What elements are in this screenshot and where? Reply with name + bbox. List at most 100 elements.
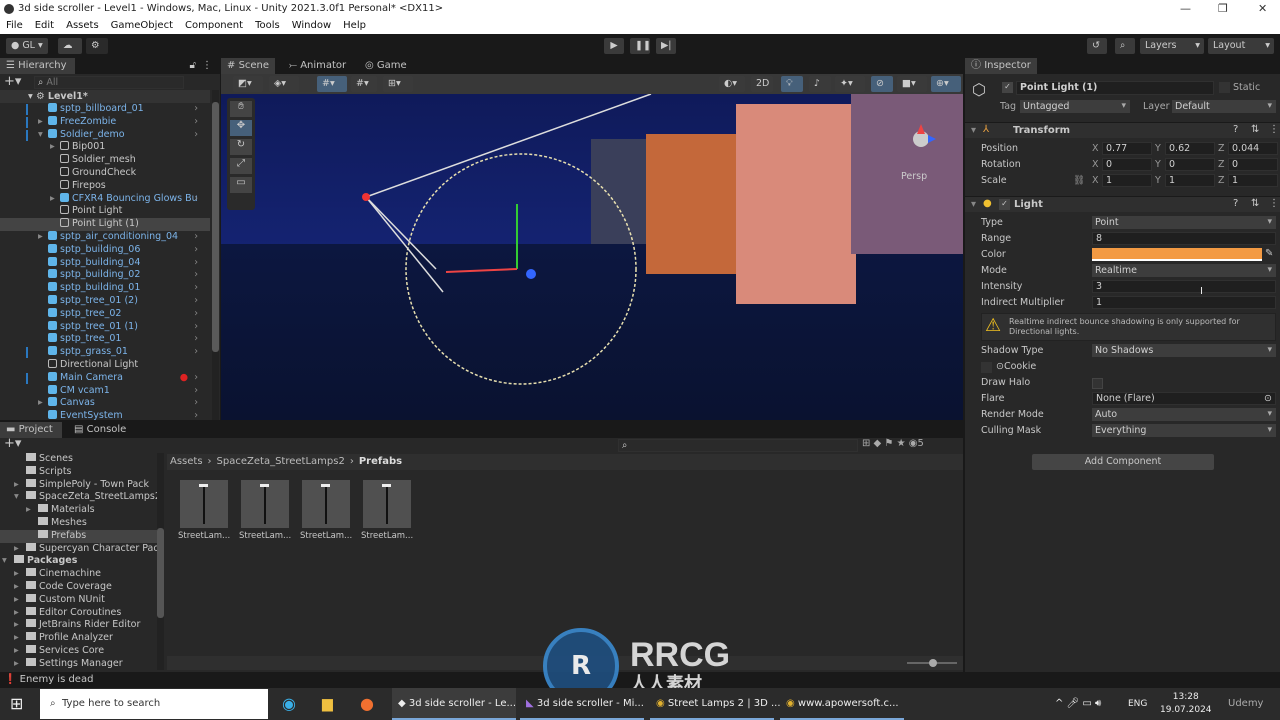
z-axis-label[interactable]: Z	[1218, 174, 1225, 187]
menu-assets[interactable]: Assets	[66, 18, 99, 34]
chevron-right-icon[interactable]: ›	[194, 295, 198, 308]
folder-item[interactable]: Scripts	[0, 465, 157, 479]
language-indicator[interactable]: ENG	[1128, 688, 1147, 720]
search-icon[interactable]: ⌕	[1115, 38, 1135, 54]
hierarchy-item[interactable]: ▸ CFXR4 Bouncing Glows Bu ›	[0, 192, 210, 206]
position-y-input[interactable]: 0.62	[1165, 142, 1215, 155]
active-checkbox[interactable]: ✓	[1002, 82, 1013, 93]
taskbar-search[interactable]: ⌕ Type here to search	[40, 689, 268, 719]
menu-edit[interactable]: Edit	[35, 18, 54, 34]
x-axis-label[interactable]: X	[1092, 174, 1099, 187]
hierarchy-scrollbar[interactable]	[212, 90, 219, 420]
rotation-z-input[interactable]: 0	[1228, 158, 1278, 171]
hierarchy-item[interactable]: Directional Light	[0, 359, 210, 372]
light-header[interactable]: ▾ ● ✓ Light ? ⇅ ⋮	[965, 196, 1280, 212]
lock-icon[interactable]: 🔓︎	[190, 60, 196, 71]
hierarchy-item[interactable]: sptp_billboard_01 ›	[0, 103, 210, 116]
collapsed-arrow-icon[interactable]: ▸	[14, 632, 19, 645]
render-mode-dropdown[interactable]: ◈▾	[269, 76, 299, 92]
indirect-multiplier-input[interactable]: 1	[1092, 296, 1276, 309]
tab-hierarchy[interactable]: ☰ Hierarchy	[0, 58, 75, 74]
chevron-right-icon[interactable]: ›	[194, 346, 198, 359]
collapsed-arrow-icon[interactable]: ▸	[14, 645, 19, 658]
type-dropdown[interactable]: Point	[1092, 216, 1276, 229]
collapsed-arrow-icon[interactable]: ▸	[38, 231, 43, 244]
hierarchy-item[interactable]: sptp_building_02 ›	[0, 269, 210, 282]
hierarchy-item[interactable]: ▸ sptp_air_conditioning_04 ›	[0, 231, 210, 244]
scale-x-input[interactable]: 1	[1102, 174, 1152, 187]
minimize-button[interactable]: —	[1180, 0, 1191, 18]
history-icon[interactable]: ↺	[1087, 38, 1107, 54]
hierarchy-item[interactable]: sptp_tree_01 ›	[0, 333, 210, 346]
chevron-right-icon[interactable]: ›	[194, 244, 198, 257]
collapsed-arrow-icon[interactable]: ▸	[14, 658, 19, 670]
close-button[interactable]: ✕	[1258, 0, 1267, 18]
hierarchy-item[interactable]: sptp_tree_01 (2) ›	[0, 295, 210, 308]
hierarchy-item[interactable]: sptp_building_04 ›	[0, 256, 210, 270]
z-axis-label[interactable]: Z	[1218, 158, 1225, 171]
folder-item[interactable]: ▸ Supercyan Character Pac	[0, 542, 157, 556]
menu-file[interactable]: File	[6, 18, 23, 34]
asset-thumbnail[interactable]	[180, 480, 228, 528]
hierarchy-item[interactable]: Soldier_mesh	[0, 154, 210, 167]
scene-viewport[interactable]: Persp	[221, 94, 963, 420]
folder-item[interactable]: ▸ Services Core	[0, 645, 157, 658]
render-mode-dropdown[interactable]: Auto	[1092, 408, 1276, 421]
lighting-toggle-icon[interactable]: 💡︎	[781, 76, 803, 92]
collapsed-arrow-icon[interactable]: ▸	[14, 543, 19, 556]
mode-dropdown[interactable]: Realtime	[1092, 264, 1276, 277]
project-search-input[interactable]: ⌕	[618, 439, 858, 452]
hierarchy-item[interactable]: CM vcam1 ›	[0, 384, 210, 398]
intensity-input[interactable]: 3	[1092, 280, 1276, 293]
windows-start-icon[interactable]: ⊞	[10, 688, 23, 720]
hierarchy-item[interactable]: sptp_grass_01 ›	[0, 346, 210, 359]
maximize-button[interactable]: ❐	[1218, 0, 1228, 18]
breadcrumb-item[interactable]: Assets	[170, 456, 203, 467]
taskbar-app-chrome-1[interactable]: ◉ Street Lamps 2 | 3D ...	[650, 688, 781, 720]
chevron-right-icon[interactable]: ›	[194, 231, 198, 244]
folder-item[interactable]: Prefabs	[0, 529, 157, 543]
folder-item[interactable]: ▸ SimplePoly - Town Pack	[0, 478, 157, 492]
z-axis-handle[interactable]	[526, 269, 536, 279]
hierarchy-item[interactable]: Main Camera › ●	[0, 371, 210, 385]
chevron-right-icon[interactable]: ›	[194, 282, 198, 295]
rotation-y-input[interactable]: 0	[1165, 158, 1215, 171]
shading-dropdown[interactable]: ◐▾	[719, 76, 745, 92]
folder-item[interactable]: ▸ Custom NUnit	[0, 593, 157, 607]
tab-scene[interactable]: # Scene	[221, 58, 276, 74]
flare-field[interactable]: None (Flare) ⊙	[1092, 392, 1276, 405]
hierarchy-item[interactable]: Point Light (1)	[0, 218, 210, 231]
hierarchy-item[interactable]: sptp_tree_01 (1) ›	[0, 320, 210, 334]
menu-component[interactable]: Component	[185, 18, 243, 34]
tree-scrollbar[interactable]	[157, 453, 164, 670]
menu-tools[interactable]: Tools	[255, 18, 280, 34]
grid-snap-dropdown[interactable]: #▾	[317, 76, 347, 92]
pause-button[interactable]: ❚❚	[630, 38, 651, 54]
y-axis-label[interactable]: Y	[1155, 158, 1161, 171]
taskbar-app-chrome-2[interactable]: ◉ www.apowersoft.c...	[780, 688, 904, 720]
help-icon[interactable]: ?	[1233, 198, 1238, 209]
snap-increment-dropdown[interactable]: #▾	[351, 76, 377, 92]
shadow-type-dropdown[interactable]: No Shadows	[1092, 344, 1276, 357]
collapsed-arrow-icon[interactable]: ▸	[50, 141, 55, 154]
hidden-objects-icon[interactable]: ⊘	[871, 76, 893, 92]
folder-item[interactable]: ▾ Packages	[0, 555, 157, 568]
collapsed-arrow-icon[interactable]: ▸	[26, 504, 31, 517]
hierarchy-item[interactable]: Firepos	[0, 179, 210, 193]
collapsed-arrow-icon[interactable]: ▸	[14, 619, 19, 632]
layout-dropdown[interactable]: Layout ▾	[1208, 38, 1274, 54]
chevron-right-icon[interactable]: ›	[194, 321, 198, 334]
asset-thumbnail[interactable]	[241, 480, 289, 528]
folder-item[interactable]: ▸ Profile Analyzer	[0, 632, 157, 645]
effects-dropdown[interactable]: ✦▾	[835, 76, 865, 92]
asset-label[interactable]: StreetLam...	[300, 531, 352, 541]
more-icon[interactable]: ⋮	[202, 60, 212, 71]
asset-thumbnail[interactable]	[363, 480, 411, 528]
folder-item[interactable]: ▸ Materials	[0, 504, 157, 517]
static-checkbox[interactable]	[1219, 82, 1230, 93]
rotation-x-input[interactable]: 0	[1102, 158, 1152, 171]
collapsed-arrow-icon[interactable]: ▸	[14, 594, 19, 607]
hierarchy-item[interactable]: sptp_tree_02 ›	[0, 307, 210, 321]
camera-dropdown[interactable]: ■▾	[897, 76, 927, 92]
zoom-slider[interactable]	[907, 659, 957, 667]
